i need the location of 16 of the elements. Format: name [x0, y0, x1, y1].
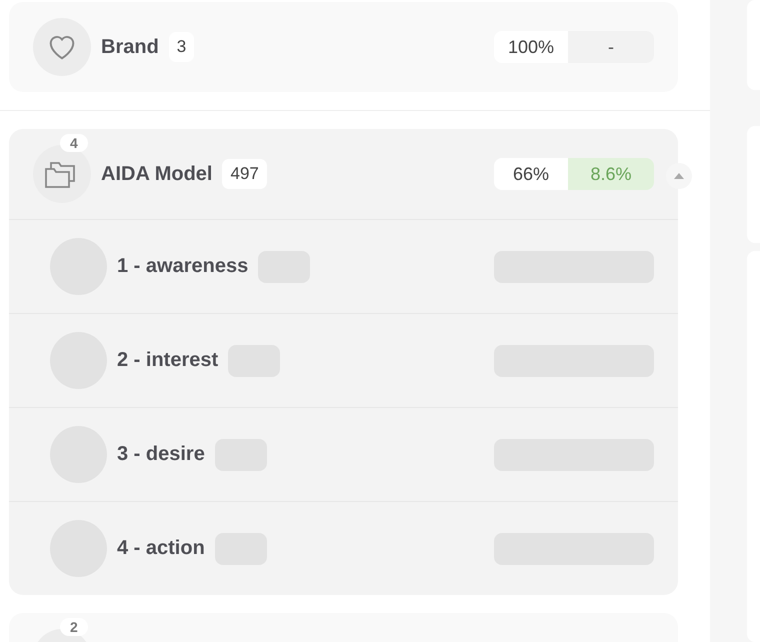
caret-icon — [674, 173, 684, 179]
change-value: 8.6% — [568, 158, 654, 190]
count-badge: 4 — [60, 134, 88, 152]
stage-name: 3 - desire — [117, 443, 205, 466]
count-badge: 2 — [60, 618, 88, 636]
stage-name: 2 - interest — [117, 349, 218, 372]
heart-icon — [47, 33, 77, 61]
share-value: 66% — [494, 158, 568, 190]
stage-name: 1 - awareness — [117, 255, 248, 278]
group-name: AIDA Model — [101, 162, 212, 186]
group-name: Brand — [101, 36, 159, 58]
change-value: - — [568, 31, 654, 63]
item-count: 497 — [222, 159, 267, 189]
stage-name: 4 - action — [117, 537, 205, 560]
item-count: 3 — [168, 32, 194, 62]
share-value: 100% — [494, 31, 568, 63]
